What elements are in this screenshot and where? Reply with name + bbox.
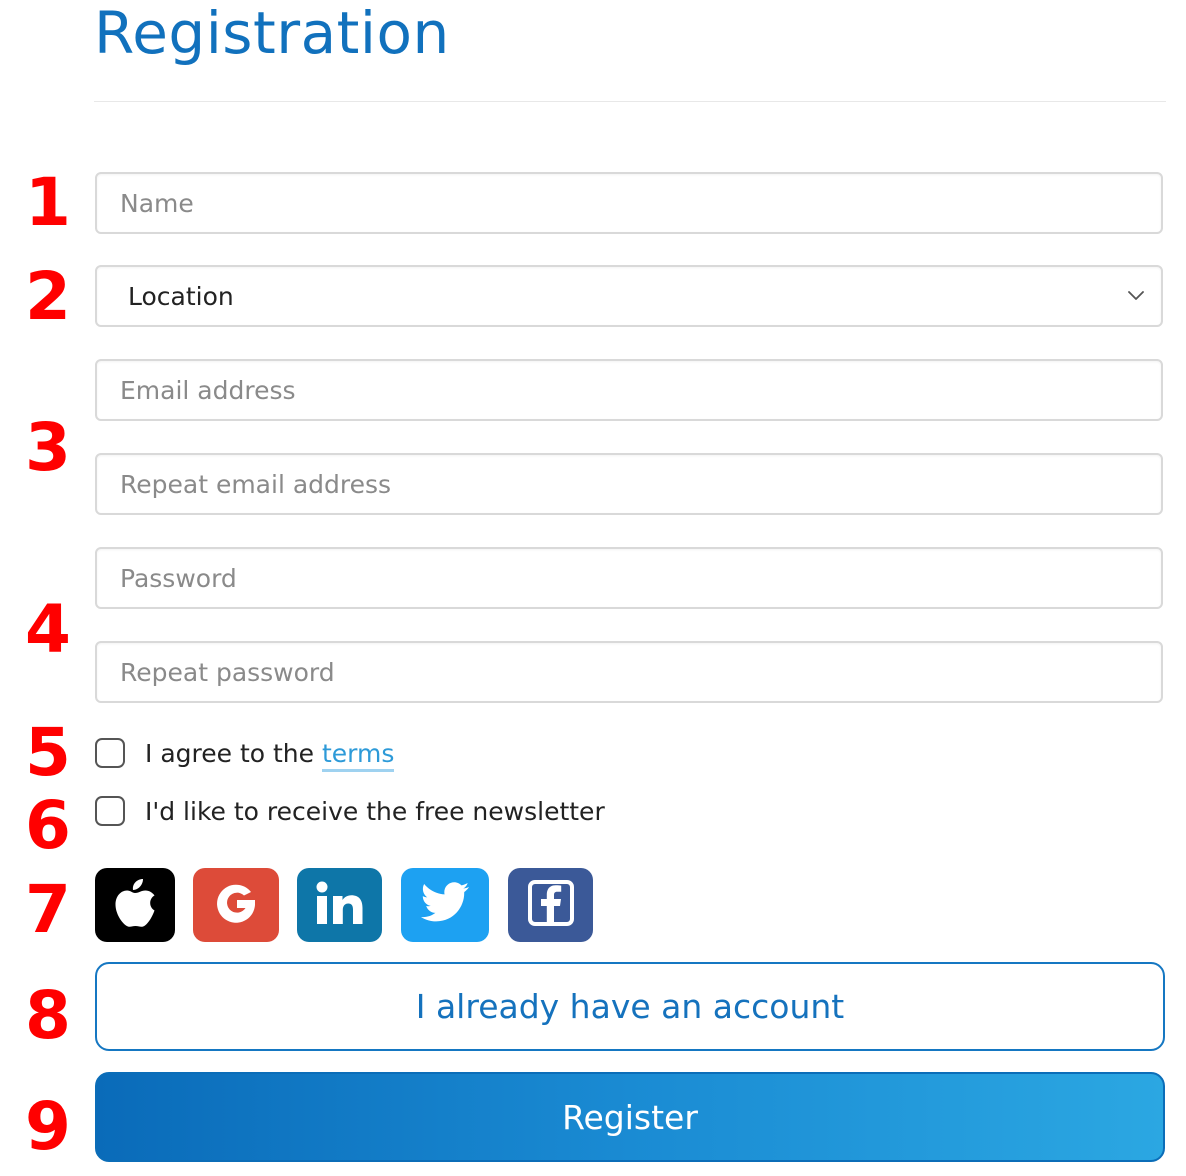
password-field-wrapper bbox=[95, 547, 1163, 609]
google-icon bbox=[212, 879, 260, 931]
terms-row: I agree to the terms bbox=[95, 733, 395, 773]
twitter-login-button[interactable] bbox=[401, 868, 489, 942]
email-input[interactable] bbox=[97, 361, 1161, 419]
chevron-down-icon bbox=[1121, 291, 1151, 301]
name-field-wrapper bbox=[95, 172, 1163, 234]
marker-3: 3 bbox=[25, 409, 71, 486]
marker-4: 4 bbox=[25, 591, 71, 668]
linkedin-login-button[interactable] bbox=[297, 868, 382, 942]
newsletter-label: I'd like to receive the free newsletter bbox=[145, 796, 605, 826]
marker-1: 1 bbox=[25, 164, 71, 241]
repeat-password-field-wrapper bbox=[95, 641, 1163, 703]
title-divider bbox=[94, 101, 1166, 102]
repeat-email-field-wrapper bbox=[95, 453, 1163, 515]
email-field-wrapper bbox=[95, 359, 1163, 421]
newsletter-checkbox[interactable] bbox=[95, 796, 125, 826]
password-input[interactable] bbox=[97, 549, 1161, 607]
login-button[interactable]: I already have an account bbox=[95, 962, 1165, 1051]
facebook-icon bbox=[527, 879, 575, 931]
terms-label-prefix: I agree to the bbox=[145, 738, 322, 768]
twitter-icon bbox=[420, 882, 470, 928]
terms-link[interactable]: terms bbox=[321, 738, 395, 772]
newsletter-row: I'd like to receive the free newsletter bbox=[95, 791, 605, 831]
marker-6: 6 bbox=[25, 787, 71, 864]
marker-2: 2 bbox=[25, 258, 71, 335]
name-input[interactable] bbox=[97, 174, 1161, 232]
location-selected-value: Location bbox=[128, 281, 234, 311]
location-select[interactable]: Location bbox=[95, 265, 1163, 327]
marker-5: 5 bbox=[25, 714, 71, 791]
marker-8: 8 bbox=[25, 977, 71, 1054]
apple-login-button[interactable] bbox=[95, 868, 175, 942]
page-title: Registration bbox=[94, 0, 450, 67]
repeat-email-input[interactable] bbox=[97, 455, 1161, 513]
repeat-password-input[interactable] bbox=[97, 643, 1161, 701]
register-button[interactable]: Register bbox=[95, 1072, 1165, 1162]
facebook-login-button[interactable] bbox=[508, 868, 593, 942]
linkedin-icon bbox=[314, 879, 366, 931]
terms-label: I agree to the terms bbox=[145, 738, 395, 772]
marker-7: 7 bbox=[25, 871, 71, 948]
marker-9: 9 bbox=[25, 1088, 71, 1165]
apple-icon bbox=[112, 877, 158, 933]
terms-checkbox[interactable] bbox=[95, 738, 125, 768]
google-login-button[interactable] bbox=[193, 868, 279, 942]
